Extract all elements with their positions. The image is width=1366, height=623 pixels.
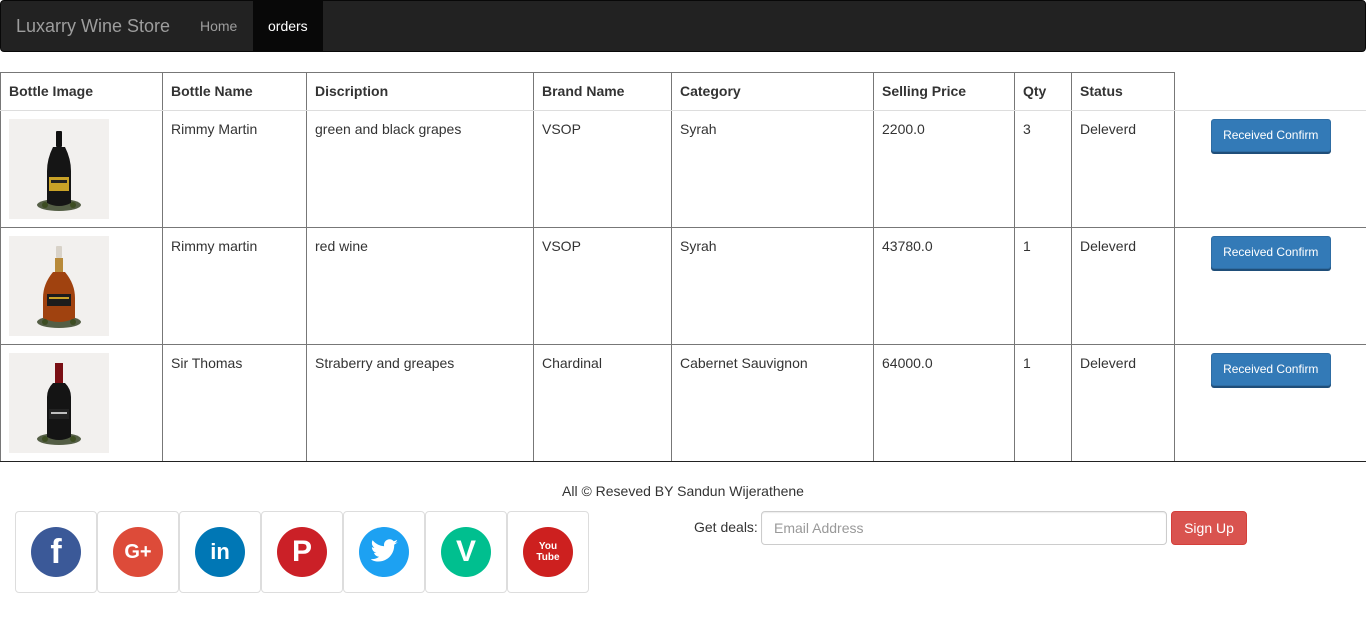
header-status: Status: [1071, 72, 1175, 111]
price-cell: 43780.0: [873, 227, 1015, 345]
category-cell: Syrah: [671, 110, 874, 228]
category-cell: Syrah: [671, 227, 874, 345]
get-deals-label: Get deals:: [694, 519, 758, 535]
bottle-image-cell: [0, 227, 163, 345]
header-description: Discription: [306, 72, 534, 111]
vine-link[interactable]: V: [425, 511, 507, 593]
action-cell: Received Confirm: [1174, 344, 1366, 462]
action-cell: Received Confirm: [1174, 227, 1366, 345]
category-cell: Cabernet Sauvignon: [671, 344, 874, 462]
received-confirm-button[interactable]: Received Confirm: [1210, 353, 1331, 386]
brand-cell: VSOP: [533, 227, 672, 345]
received-confirm-button[interactable]: Received Confirm: [1210, 119, 1331, 152]
bottle-name-cell: Rimmy martin: [162, 227, 307, 345]
table-row: Rimmy martin red wine VSOP Syrah 43780.0…: [0, 227, 1366, 345]
status-cell: Deleverd: [1071, 110, 1175, 228]
header-category: Category: [671, 72, 874, 111]
bottle-name-cell: Sir Thomas: [162, 344, 307, 462]
cognac-bottle-icon: [37, 131, 81, 211]
pinterest-icon: P: [277, 527, 327, 577]
cognac-bottle-icon: [37, 246, 81, 328]
sign-up-button[interactable]: Sign Up: [1171, 511, 1247, 545]
twitter-icon: [359, 527, 409, 577]
status-cell: Deleverd: [1071, 344, 1175, 462]
brand-cell: Chardinal: [533, 344, 672, 462]
bottle-image: [9, 236, 109, 336]
qty-cell: 3: [1014, 110, 1072, 228]
status-cell: Deleverd: [1071, 227, 1175, 345]
description-cell: green and black grapes: [306, 110, 534, 228]
vine-icon: V: [441, 527, 491, 577]
table-row: Rimmy Martin green and black grapes VSOP…: [0, 110, 1366, 228]
youtube-icon: You Tube: [523, 527, 573, 577]
price-cell: 2200.0: [873, 110, 1015, 228]
bottle-name-cell: Rimmy Martin: [162, 110, 307, 228]
received-confirm-button[interactable]: Received Confirm: [1210, 236, 1331, 269]
copyright-text: All © Reseved BY Sandun Wijerathene: [562, 483, 804, 499]
action-cell: Received Confirm: [1174, 110, 1366, 228]
bottle-image-cell: [0, 344, 163, 462]
orders-table: Bottle Image Bottle Name Discription Bra…: [0, 72, 1366, 462]
facebook-link[interactable]: f: [15, 511, 97, 593]
email-address-input[interactable]: [761, 511, 1167, 545]
google-plus-icon: G+: [113, 527, 163, 577]
bottle-image: [9, 119, 109, 219]
linkedin-icon: in: [195, 527, 245, 577]
google-plus-link[interactable]: G+: [97, 511, 179, 593]
facebook-icon: f: [31, 527, 81, 577]
header-bottle-name: Bottle Name: [162, 72, 307, 111]
header-qty: Qty: [1014, 72, 1072, 111]
nav-orders-link[interactable]: orders: [253, 1, 323, 51]
bottle-image-cell: [0, 110, 163, 228]
brand-link[interactable]: Luxarry Wine Store: [16, 1, 170, 51]
youtube-link[interactable]: You Tube: [507, 511, 589, 593]
pinterest-link[interactable]: P: [261, 511, 343, 593]
social-links: f G+ in P V You Tube: [15, 511, 589, 593]
header-brand-name: Brand Name: [533, 72, 672, 111]
linkedin-link[interactable]: in: [179, 511, 261, 593]
top-navbar: Luxarry Wine Store Home orders: [0, 0, 1366, 52]
qty-cell: 1: [1014, 344, 1072, 462]
twitter-link[interactable]: [343, 511, 425, 593]
table-header-row: Bottle Image Bottle Name Discription Bra…: [0, 72, 1366, 111]
header-action: [1174, 72, 1366, 111]
description-cell: Straberry and greapes: [306, 344, 534, 462]
nav-home-link[interactable]: Home: [185, 1, 252, 51]
brand-cell: VSOP: [533, 110, 672, 228]
qty-cell: 1: [1014, 227, 1072, 345]
price-cell: 64000.0: [873, 344, 1015, 462]
wine-bottle-icon: [37, 363, 81, 445]
header-selling-price: Selling Price: [873, 72, 1015, 111]
table-row: Sir Thomas Straberry and greapes Chardin…: [0, 344, 1366, 462]
header-bottle-image: Bottle Image: [0, 72, 163, 111]
description-cell: red wine: [306, 227, 534, 345]
bottle-image: [9, 353, 109, 453]
